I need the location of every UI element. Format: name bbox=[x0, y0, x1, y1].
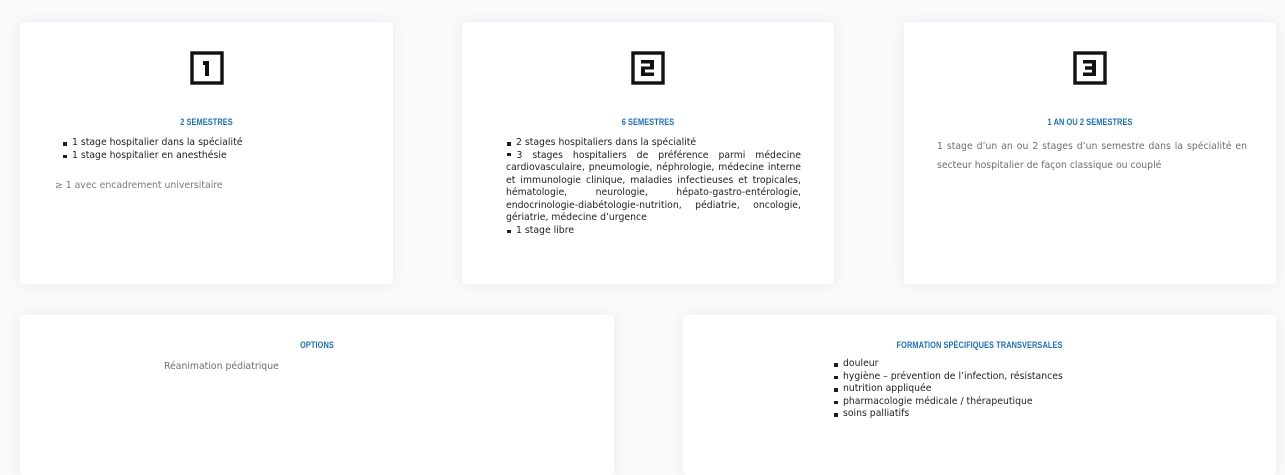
year-2-card: 6 SEMESTRES 2 stages hospitaliers dans l… bbox=[462, 22, 834, 284]
year-2-list: 2 stages hospitaliers dans la spécialité… bbox=[506, 137, 801, 237]
list-item: hygiène – prévention de l’infection, rés… bbox=[833, 371, 1133, 384]
number-3-icon bbox=[1073, 51, 1107, 85]
transversal-heading: FORMATION SPÉCIFIQUES TRANSVERSALES bbox=[896, 340, 1063, 350]
year-1-list: 1 stage hospitalier dans la spécialité 1… bbox=[62, 137, 362, 162]
list-item: pharmacologie médicale / thérapeutique bbox=[833, 396, 1133, 409]
bullet-icon bbox=[507, 152, 511, 157]
year-1-note: ≥ 1 avec encadrement universitaire bbox=[55, 180, 223, 191]
year-1-heading: 2 SEMESTRES bbox=[180, 117, 233, 127]
options-heading: OPTIONS bbox=[300, 340, 334, 350]
list-item-text: 3 stages hospitaliers de préférence parm… bbox=[506, 149, 801, 224]
transversal-list: douleur hygiène – prévention de l’infect… bbox=[833, 358, 1133, 421]
year-1-card: 2 SEMESTRES 1 stage hospitalier dans la … bbox=[20, 22, 393, 284]
transversal-training-card: FORMATION SPÉCIFIQUES TRANSVERSALES doul… bbox=[683, 315, 1276, 475]
number-2-icon bbox=[631, 51, 665, 85]
list-item: 1 stage libre bbox=[506, 225, 801, 238]
list-item: douleur bbox=[833, 358, 1133, 371]
number-1-icon bbox=[189, 51, 224, 85]
list-item: 3 stages hospitaliers de préférence parm… bbox=[506, 150, 801, 225]
options-text: Réanimation pédiatrique bbox=[164, 361, 279, 372]
year-3-card: 1 AN OU 2 SEMESTRES 1 stage d’un an ou 2… bbox=[904, 22, 1276, 284]
options-card: OPTIONS Réanimation pédiatrique bbox=[20, 315, 614, 475]
list-item: 1 stage hospitalier en anesthésie bbox=[62, 150, 362, 163]
list-item: 1 stage hospitalier dans la spécialité bbox=[62, 137, 362, 150]
year-2-heading: 6 SEMESTRES bbox=[621, 117, 675, 127]
list-item: 2 stages hospitaliers dans la spécialité bbox=[506, 137, 801, 150]
year-3-heading: 1 AN OU 2 SEMESTRES bbox=[1047, 117, 1133, 127]
list-item: nutrition appliquée bbox=[833, 383, 1133, 396]
list-item: soins palliatifs bbox=[833, 408, 1133, 421]
year-3-text: 1 stage d’un an ou 2 stages d’un semestr… bbox=[937, 141, 1247, 171]
